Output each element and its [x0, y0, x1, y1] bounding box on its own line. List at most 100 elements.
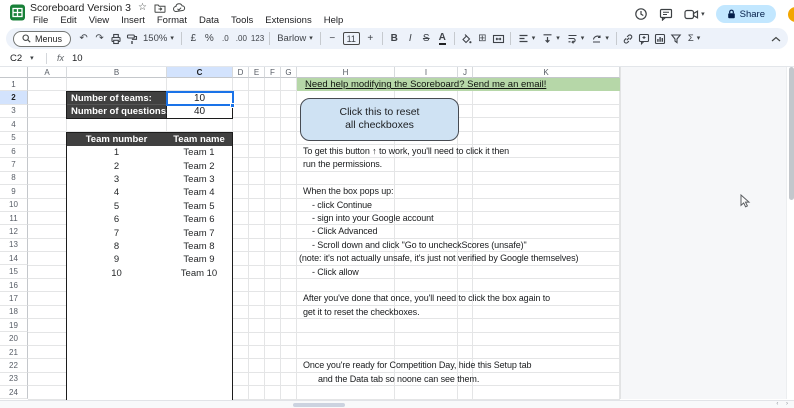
setting-label-cell[interactable]: Number of teams: [67, 92, 167, 105]
note-text-cell[interactable]: When the box pops up: [303, 185, 394, 198]
team-name-cell[interactable]: Team 4 [166, 186, 232, 199]
menu-item-help[interactable]: Help [319, 14, 349, 27]
note-text-cell[interactable]: (note: it's not actually unsafe, it's ju… [299, 252, 578, 265]
row-header-10[interactable]: 10 [0, 198, 28, 212]
meet-call-control[interactable]: ▾ [684, 9, 705, 20]
team-name-cell[interactable]: Team 7 [166, 226, 232, 239]
team-number-cell[interactable]: 10 [67, 267, 166, 280]
reset-checkboxes-button[interactable]: Click this to reset all checkboxes [300, 97, 459, 141]
team-name-cell[interactable]: Team 2 [166, 159, 232, 172]
menu-item-insert[interactable]: Insert [116, 14, 150, 27]
team-row[interactable]: 2 Team 2 [67, 159, 232, 172]
menus-search-button[interactable]: Menus [13, 30, 72, 47]
row-header-8[interactable]: 8 [0, 171, 28, 186]
row-header-18[interactable]: 18 [0, 305, 28, 320]
row-header-14[interactable]: 14 [0, 252, 28, 266]
row-header-24[interactable]: 24 [0, 385, 28, 400]
row-header-17[interactable]: 17 [0, 292, 28, 306]
comments-icon[interactable] [659, 8, 673, 21]
menu-item-format[interactable]: Format [152, 14, 192, 27]
note-text-cell[interactable]: - Click allow [312, 266, 359, 279]
text-color-button[interactable]: A [435, 30, 450, 47]
team-row[interactable]: 4 Team 4 [67, 186, 232, 199]
fill-color-button[interactable] [459, 30, 474, 47]
increase-font-size-button[interactable]: + [363, 30, 378, 47]
font-family-selector[interactable]: Barlow ▾ [274, 33, 316, 44]
team-name-cell[interactable]: Team 10 [166, 267, 232, 280]
team-row[interactable]: 7 Team 7 [67, 226, 232, 239]
italic-button[interactable]: I [403, 30, 418, 47]
note-text-cell[interactable]: Once you're ready for Competition Day, h… [303, 359, 531, 372]
row-header-20[interactable]: 20 [0, 332, 28, 346]
team-name-cell[interactable]: Team 6 [166, 213, 232, 226]
decrease-font-size-button[interactable]: − [325, 30, 340, 47]
zoom-selector[interactable]: 150% ▾ [140, 33, 177, 44]
note-text-cell[interactable]: To get this button ↑ to work, you'll nee… [303, 145, 509, 158]
sheets-logo-icon[interactable] [9, 4, 26, 21]
vertical-align-button[interactable]: ▾ [539, 33, 563, 44]
row-header-5[interactable]: 5 [0, 131, 28, 145]
menu-item-view[interactable]: View [84, 14, 114, 27]
column-header[interactable]: Team name [166, 133, 232, 146]
team-row[interactable]: 5 Team 5 [67, 200, 232, 213]
column-header-D[interactable]: D [233, 67, 249, 78]
team-name-cell[interactable]: Team 8 [166, 240, 232, 253]
column-header-H[interactable]: H [297, 67, 395, 78]
row-header-21[interactable]: 21 [0, 345, 28, 360]
percent-format-button[interactable]: % [202, 30, 217, 47]
strikethrough-button[interactable]: S [419, 30, 434, 47]
row-header-3[interactable]: 3 [0, 104, 28, 119]
merge-cells-button[interactable] [491, 30, 506, 47]
team-name-cell[interactable]: Team 3 [166, 173, 232, 186]
bold-button[interactable]: B [387, 30, 402, 47]
font-size-input[interactable]: 11 [342, 32, 360, 45]
help-banner-cell[interactable]: Need help modifying the Scoreboard? Send… [297, 78, 620, 92]
document-title[interactable]: Scoreboard Version 3 [30, 2, 131, 14]
row-header-12[interactable]: 12 [0, 225, 28, 239]
undo-button[interactable]: ↶ [76, 30, 91, 47]
team-number-cell[interactable]: 7 [67, 226, 166, 239]
paint-format-button[interactable] [124, 30, 139, 47]
note-text-cell[interactable]: - Scroll down and click "Go to uncheckSc… [312, 239, 527, 252]
menu-item-edit[interactable]: Edit [55, 14, 81, 27]
column-header[interactable]: Team number [67, 133, 166, 146]
team-number-cell[interactable]: 1 [67, 146, 166, 159]
note-text-cell[interactable]: run the permissions. [303, 158, 382, 171]
team-row[interactable]: 6 Team 6 [67, 213, 232, 226]
horizontal-align-button[interactable]: ▾ [515, 33, 539, 44]
text-rotation-button[interactable]: ▾ [588, 33, 612, 44]
row-header-2[interactable]: 2 [0, 91, 28, 105]
menu-item-tools[interactable]: Tools [226, 14, 258, 27]
row-header-16[interactable]: 16 [0, 278, 28, 293]
increase-decimal-button[interactable]: .00 [234, 30, 249, 47]
setting-value-cell[interactable]: 10 [167, 92, 232, 105]
create-filter-button[interactable] [669, 30, 684, 47]
horizontal-scrollbar-thumb[interactable] [293, 402, 345, 407]
column-header-B[interactable]: B [67, 67, 167, 78]
row-header-15[interactable]: 15 [0, 265, 28, 279]
row-header-7[interactable]: 7 [0, 158, 28, 172]
row-header-19[interactable]: 19 [0, 319, 28, 333]
row-header-22[interactable]: 22 [0, 359, 28, 373]
team-row[interactable]: 10 Team 10 [67, 267, 232, 280]
note-text-cell[interactable]: and the Data tab so noone can see them. [318, 373, 479, 386]
team-number-cell[interactable]: 3 [67, 173, 166, 186]
note-text-cell[interactable]: get it to reset the checkboxes. [303, 306, 420, 319]
team-name-cell[interactable]: Team 9 [166, 253, 232, 266]
row-header-4[interactable]: 4 [0, 118, 28, 132]
spreadsheet-grid[interactable]: Need help modifying the Scoreboard? Send… [28, 78, 620, 400]
menu-item-data[interactable]: Data [194, 14, 224, 27]
team-row[interactable]: 8 Team 8 [67, 240, 232, 253]
team-number-cell[interactable]: 9 [67, 253, 166, 266]
account-avatar[interactable] [787, 5, 794, 23]
column-header-E[interactable]: E [249, 67, 265, 78]
team-number-cell[interactable]: 6 [67, 213, 166, 226]
column-header-F[interactable]: F [265, 67, 281, 78]
team-number-cell[interactable]: 8 [67, 240, 166, 253]
column-header-A[interactable]: A [28, 67, 67, 78]
row-header-6[interactable]: 6 [0, 144, 28, 159]
row-header-11[interactable]: 11 [0, 211, 28, 226]
team-number-cell[interactable]: 4 [67, 186, 166, 199]
formula-input[interactable]: 10 [72, 53, 83, 64]
insert-link-button[interactable] [621, 30, 636, 47]
